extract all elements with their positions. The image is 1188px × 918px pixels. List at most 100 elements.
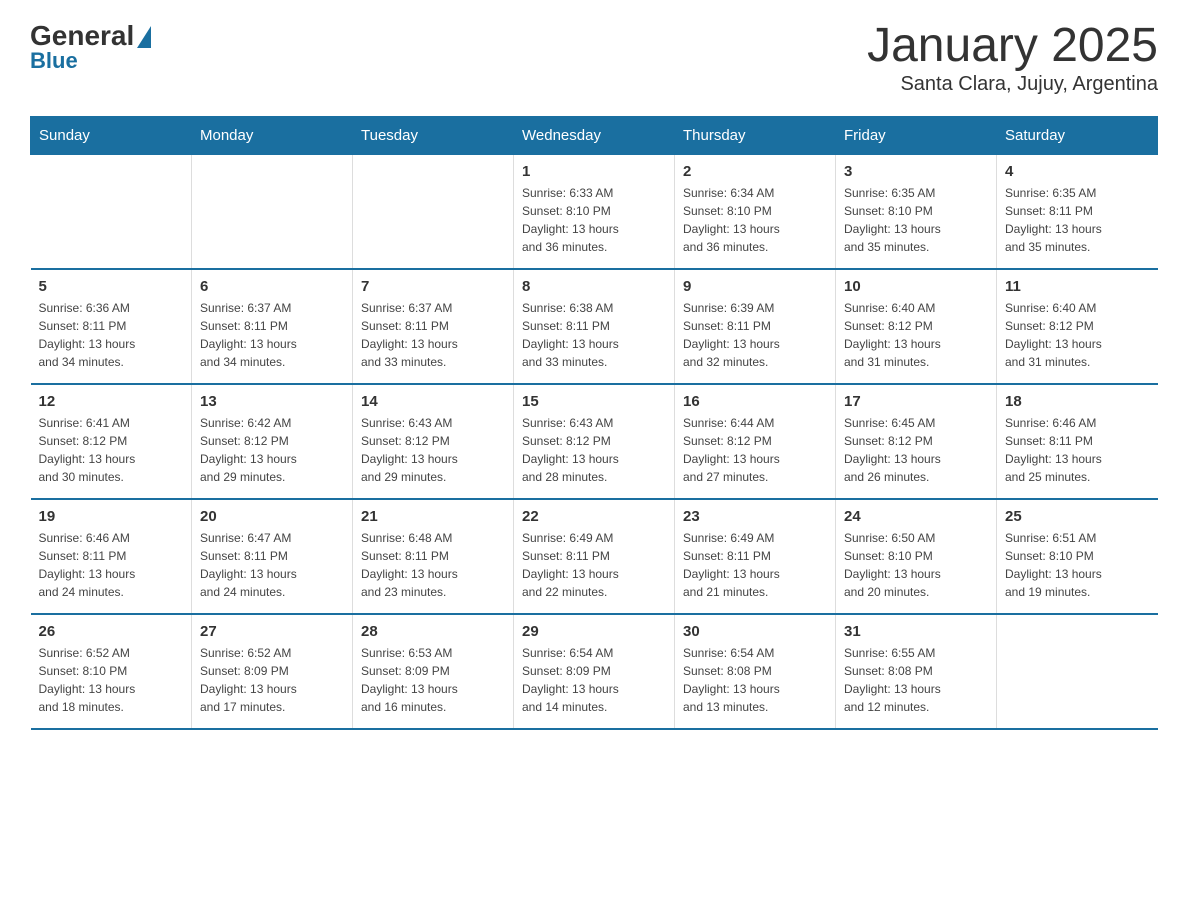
calendar-day-cell: 22 Sunrise: 6:49 AM Sunset: 8:11 PM Dayli… [514, 499, 675, 614]
calendar-day-cell: 10Sunrise: 6:40 AM Sunset: 8:12 PM Dayli… [836, 269, 997, 384]
calendar-day-cell: 14 Sunrise: 6:43 AM Sunset: 8:12 PM Dayli… [353, 384, 514, 499]
day-info: Sunrise: 6:48 AM Sunset: 8:11 PM Dayligh… [361, 529, 505, 601]
calendar-day-cell: 23 Sunrise: 6:49 AM Sunset: 8:11 PM Dayli… [675, 499, 836, 614]
day-number: 10 [844, 278, 988, 295]
day-info: Sunrise: 6:54 AM Sunset: 8:09 PM Dayligh… [522, 644, 666, 716]
day-number: 14 [361, 393, 505, 410]
day-number: 22 [522, 508, 666, 525]
day-info: Sunrise: 6:50 AM Sunset: 8:10 PM Dayligh… [844, 529, 988, 601]
day-info: Sunrise: 6:33 AM Sunset: 8:10 PM Dayligh… [522, 184, 666, 256]
title-block: January 2025 Santa Clara, Jujuy, Argenti… [867, 20, 1158, 96]
day-number: 18 [1005, 393, 1150, 410]
day-number: 19 [39, 508, 184, 525]
day-info: Sunrise: 6:53 AM Sunset: 8:09 PM Dayligh… [361, 644, 505, 716]
calendar-day-cell [192, 154, 353, 269]
day-number: 15 [522, 393, 666, 410]
day-info: Sunrise: 6:55 AM Sunset: 8:08 PM Dayligh… [844, 644, 988, 716]
day-info: Sunrise: 6:47 AM Sunset: 8:11 PM Dayligh… [200, 529, 344, 601]
day-info: Sunrise: 6:49 AM Sunset: 8:11 PM Dayligh… [683, 529, 827, 601]
calendar-day-cell: 8 Sunrise: 6:38 AM Sunset: 8:11 PM Daylig… [514, 269, 675, 384]
day-number: 29 [522, 623, 666, 640]
day-info: Sunrise: 6:46 AM Sunset: 8:11 PM Dayligh… [1005, 414, 1150, 486]
calendar-day-cell: 4Sunrise: 6:35 AM Sunset: 8:11 PM Daylig… [997, 154, 1158, 269]
calendar-day-cell: 6 Sunrise: 6:37 AM Sunset: 8:11 PM Daylig… [192, 269, 353, 384]
day-number: 4 [1005, 163, 1150, 180]
calendar-day-cell: 7 Sunrise: 6:37 AM Sunset: 8:11 PM Daylig… [353, 269, 514, 384]
day-number: 7 [361, 278, 505, 295]
day-info: Sunrise: 6:44 AM Sunset: 8:12 PM Dayligh… [683, 414, 827, 486]
calendar-day-cell: 21 Sunrise: 6:48 AM Sunset: 8:11 PM Dayli… [353, 499, 514, 614]
day-info: Sunrise: 6:37 AM Sunset: 8:11 PM Dayligh… [200, 299, 344, 371]
day-of-week-header: Tuesday [353, 116, 514, 154]
day-number: 5 [39, 278, 184, 295]
calendar-week-row: 26Sunrise: 6:52 AM Sunset: 8:10 PM Dayli… [31, 614, 1158, 729]
calendar-day-cell: 27Sunrise: 6:52 AM Sunset: 8:09 PM Dayli… [192, 614, 353, 729]
day-number: 27 [200, 623, 344, 640]
logo-triangle-icon [137, 26, 151, 48]
day-number: 16 [683, 393, 827, 410]
calendar-week-row: 19 Sunrise: 6:46 AM Sunset: 8:11 PM Dayli… [31, 499, 1158, 614]
day-info: Sunrise: 6:42 AM Sunset: 8:12 PM Dayligh… [200, 414, 344, 486]
day-number: 21 [361, 508, 505, 525]
day-number: 13 [200, 393, 344, 410]
calendar-day-cell: 5Sunrise: 6:36 AM Sunset: 8:11 PM Daylig… [31, 269, 192, 384]
calendar-day-cell: 25 Sunrise: 6:51 AM Sunset: 8:10 PM Dayli… [997, 499, 1158, 614]
day-number: 25 [1005, 508, 1150, 525]
day-number: 23 [683, 508, 827, 525]
calendar-day-cell: 24 Sunrise: 6:50 AM Sunset: 8:10 PM Dayli… [836, 499, 997, 614]
day-number: 2 [683, 163, 827, 180]
day-info: Sunrise: 6:39 AM Sunset: 8:11 PM Dayligh… [683, 299, 827, 371]
day-info: Sunrise: 6:49 AM Sunset: 8:11 PM Dayligh… [522, 529, 666, 601]
calendar-week-row: 5Sunrise: 6:36 AM Sunset: 8:11 PM Daylig… [31, 269, 1158, 384]
logo-blue-text: Blue [30, 50, 78, 72]
day-number: 6 [200, 278, 344, 295]
calendar-day-cell: 11Sunrise: 6:40 AM Sunset: 8:12 PM Dayli… [997, 269, 1158, 384]
day-info: Sunrise: 6:34 AM Sunset: 8:10 PM Dayligh… [683, 184, 827, 256]
page-header: General Blue January 2025 Santa Clara, J… [30, 20, 1158, 96]
day-info: Sunrise: 6:45 AM Sunset: 8:12 PM Dayligh… [844, 414, 988, 486]
calendar-week-row: 1 Sunrise: 6:33 AM Sunset: 8:10 PM Daylig… [31, 154, 1158, 269]
day-info: Sunrise: 6:37 AM Sunset: 8:11 PM Dayligh… [361, 299, 505, 371]
day-number: 9 [683, 278, 827, 295]
day-of-week-header: Thursday [675, 116, 836, 154]
day-number: 24 [844, 508, 988, 525]
calendar-day-cell: 30 Sunrise: 6:54 AM Sunset: 8:08 PM Dayli… [675, 614, 836, 729]
day-of-week-header: Saturday [997, 116, 1158, 154]
calendar-day-cell: 3 Sunrise: 6:35 AM Sunset: 8:10 PM Daylig… [836, 154, 997, 269]
day-info: Sunrise: 6:43 AM Sunset: 8:12 PM Dayligh… [361, 414, 505, 486]
calendar-day-cell [31, 154, 192, 269]
calendar-title: January 2025 [867, 20, 1158, 73]
day-info: Sunrise: 6:38 AM Sunset: 8:11 PM Dayligh… [522, 299, 666, 371]
day-number: 8 [522, 278, 666, 295]
calendar-day-cell: 16 Sunrise: 6:44 AM Sunset: 8:12 PM Dayli… [675, 384, 836, 499]
day-info: Sunrise: 6:43 AM Sunset: 8:12 PM Dayligh… [522, 414, 666, 486]
day-info: Sunrise: 6:54 AM Sunset: 8:08 PM Dayligh… [683, 644, 827, 716]
calendar-day-cell: 9 Sunrise: 6:39 AM Sunset: 8:11 PM Daylig… [675, 269, 836, 384]
day-info: Sunrise: 6:41 AM Sunset: 8:12 PM Dayligh… [39, 414, 184, 486]
calendar-day-cell: 12 Sunrise: 6:41 AM Sunset: 8:12 PM Dayli… [31, 384, 192, 499]
day-number: 1 [522, 163, 666, 180]
calendar-day-cell: 28Sunrise: 6:53 AM Sunset: 8:09 PM Dayli… [353, 614, 514, 729]
day-number: 31 [844, 623, 988, 640]
day-of-week-header: Wednesday [514, 116, 675, 154]
calendar-day-cell: 1 Sunrise: 6:33 AM Sunset: 8:10 PM Daylig… [514, 154, 675, 269]
calendar-week-row: 12 Sunrise: 6:41 AM Sunset: 8:12 PM Dayli… [31, 384, 1158, 499]
day-number: 11 [1005, 278, 1150, 295]
day-number: 12 [39, 393, 184, 410]
calendar-day-cell: 26Sunrise: 6:52 AM Sunset: 8:10 PM Dayli… [31, 614, 192, 729]
calendar-day-cell: 18 Sunrise: 6:46 AM Sunset: 8:11 PM Dayli… [997, 384, 1158, 499]
day-info: Sunrise: 6:46 AM Sunset: 8:11 PM Dayligh… [39, 529, 184, 601]
day-info: Sunrise: 6:52 AM Sunset: 8:10 PM Dayligh… [39, 644, 184, 716]
logo: General Blue [30, 20, 151, 72]
day-of-week-header: Sunday [31, 116, 192, 154]
day-number: 3 [844, 163, 988, 180]
calendar-day-cell: 29 Sunrise: 6:54 AM Sunset: 8:09 PM Dayli… [514, 614, 675, 729]
calendar-header-row: SundayMondayTuesdayWednesdayThursdayFrid… [31, 116, 1158, 154]
calendar-day-cell: 2 Sunrise: 6:34 AM Sunset: 8:10 PM Daylig… [675, 154, 836, 269]
day-info: Sunrise: 6:51 AM Sunset: 8:10 PM Dayligh… [1005, 529, 1150, 601]
day-info: Sunrise: 6:35 AM Sunset: 8:10 PM Dayligh… [844, 184, 988, 256]
day-number: 30 [683, 623, 827, 640]
calendar-subtitle: Santa Clara, Jujuy, Argentina [867, 73, 1158, 96]
calendar-table: SundayMondayTuesdayWednesdayThursdayFrid… [30, 116, 1158, 730]
calendar-day-cell: 20Sunrise: 6:47 AM Sunset: 8:11 PM Dayli… [192, 499, 353, 614]
